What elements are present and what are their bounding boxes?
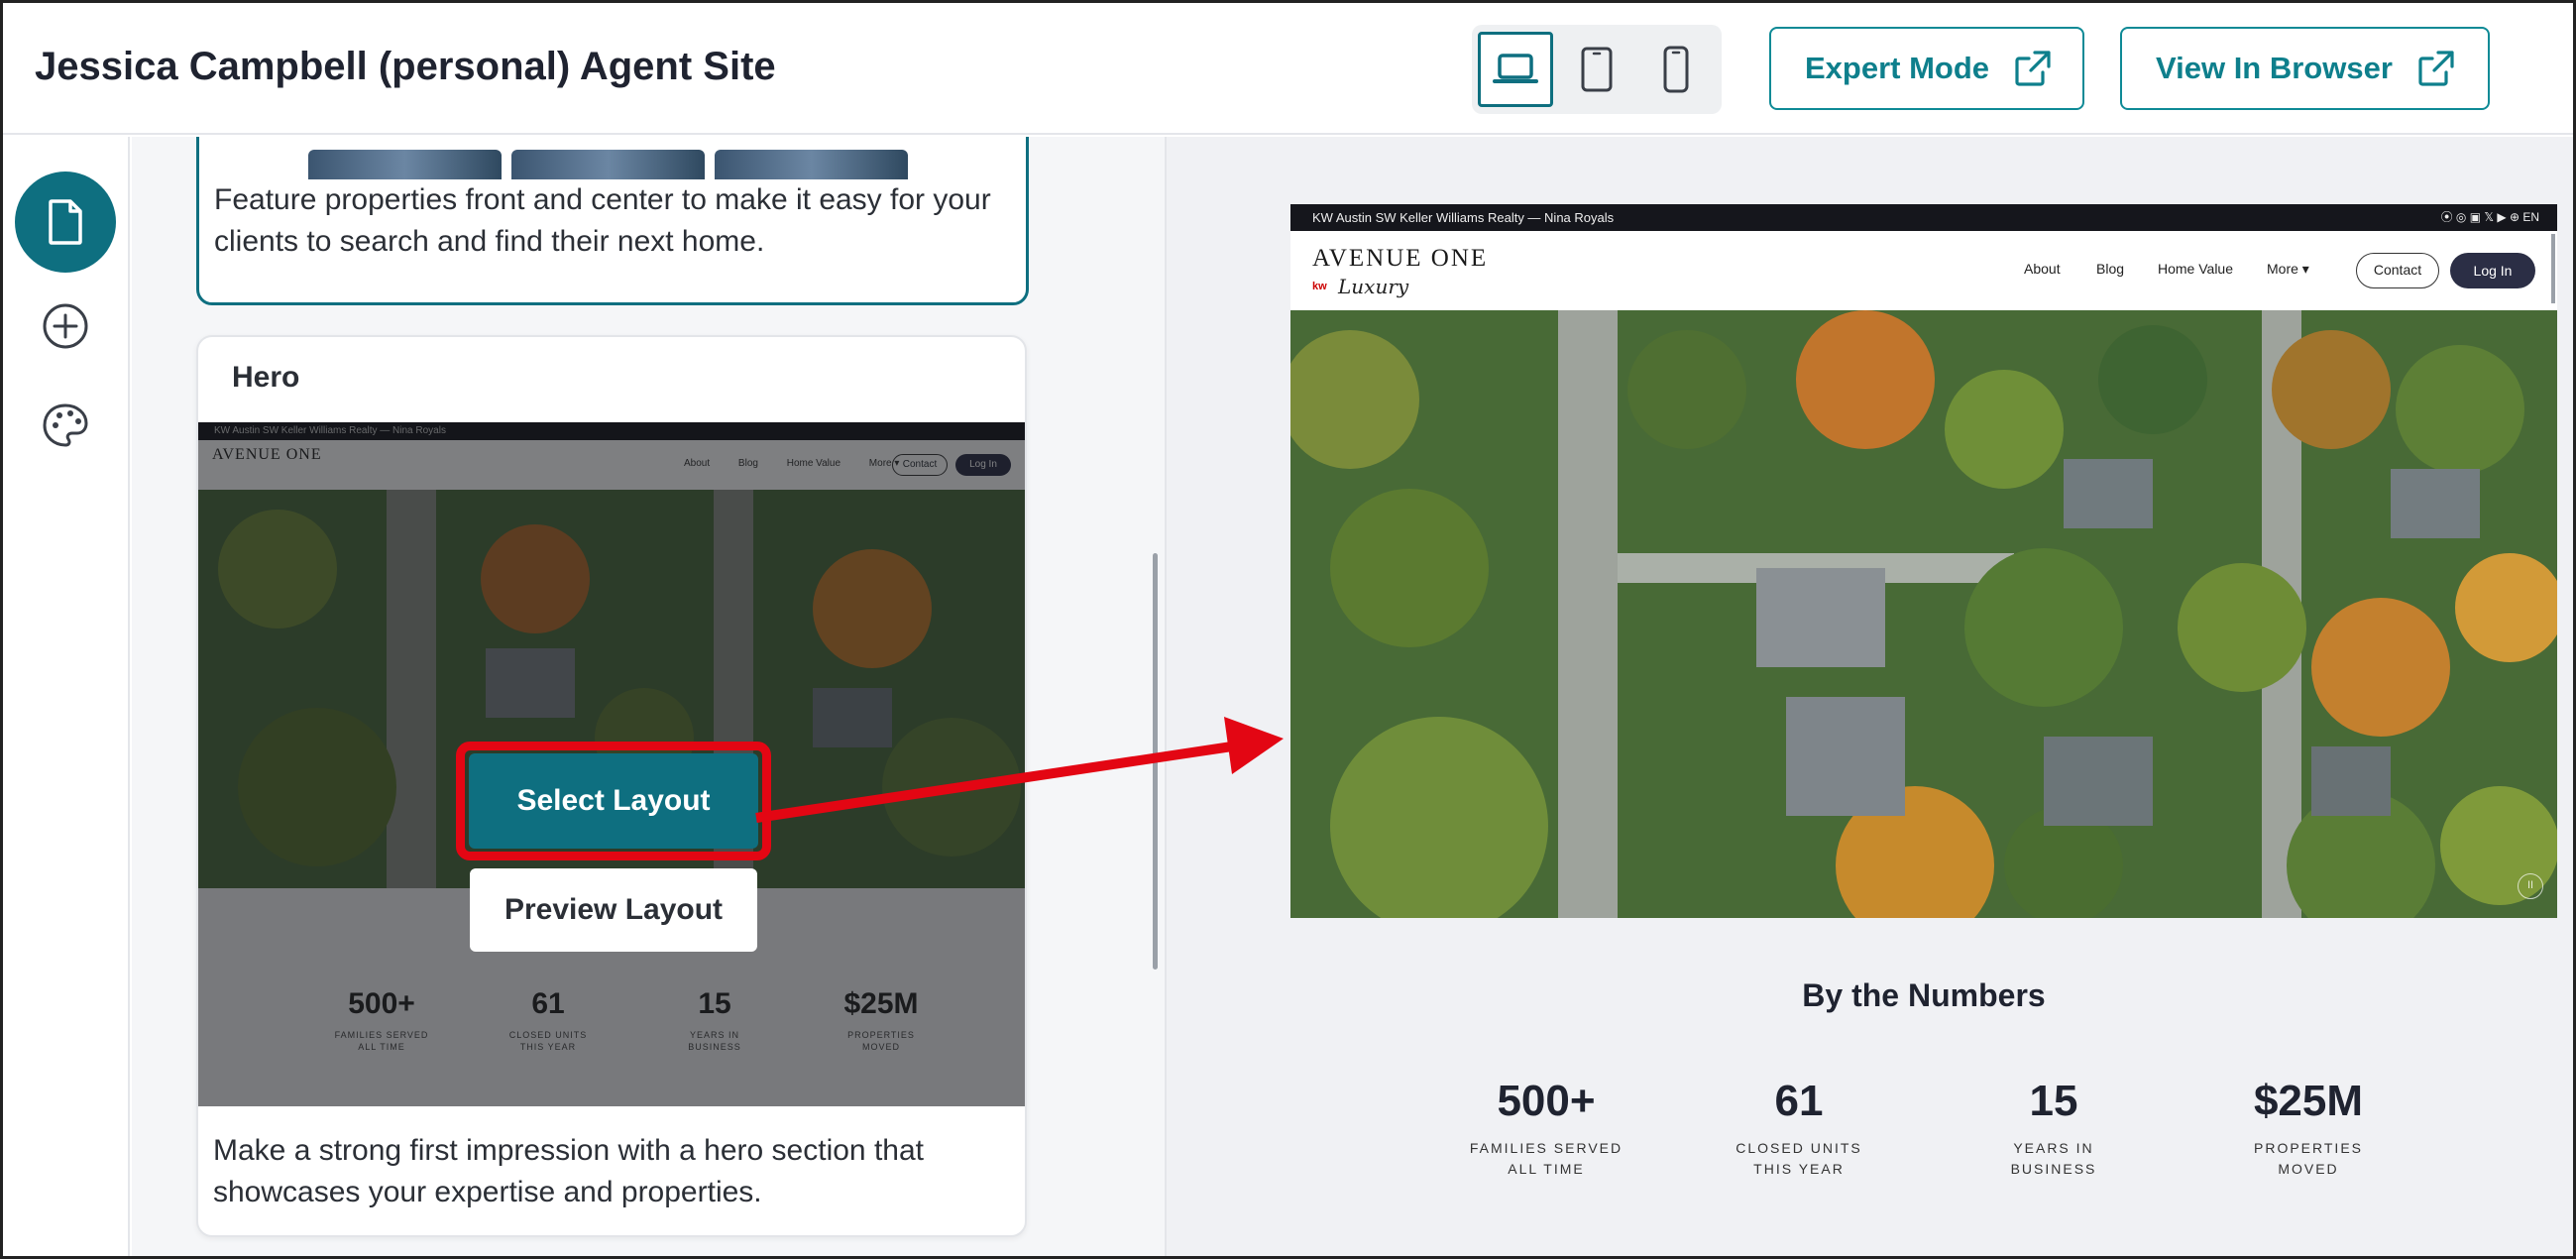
tablet-view-button[interactable] xyxy=(1559,32,1634,107)
property-thumbnail xyxy=(511,150,705,179)
panel-scrollbar[interactable] xyxy=(1153,553,1158,970)
icon-rail xyxy=(3,137,130,1256)
hero-layout-card[interactable]: Hero KW Austin SW Keller Williams Realty… xyxy=(196,335,1027,1237)
stat-label: FAMILIES SERVED ALL TIME xyxy=(1469,1140,1624,1177)
preview-layout-button[interactable]: Preview Layout xyxy=(470,868,757,952)
hero-layout-thumbnail: KW Austin SW Keller Williams Realty — Ni… xyxy=(198,422,1025,1106)
site-preview: KW Austin SW Keller Williams Realty — Ni… xyxy=(1290,204,2557,1256)
stat-properties-moved: $25M PROPERTIES MOVED xyxy=(2199,1077,2417,1180)
stat-value: 61 xyxy=(1774,1077,1824,1125)
numbers-title: By the Numbers xyxy=(1802,977,2046,1013)
expert-mode-button[interactable]: Expert Mode xyxy=(1769,27,2084,110)
site-scrollbar[interactable] xyxy=(2551,234,2555,303)
site-top-bar-text: KW Austin SW Keller Williams Realty — Ni… xyxy=(1312,210,1615,225)
login-button[interactable]: Log In xyxy=(2450,253,2535,288)
layout-panel: Feature properties front and center to m… xyxy=(132,137,1165,1256)
site-preview-area: KW Austin SW Keller Williams Realty — Ni… xyxy=(1165,137,2573,1256)
property-thumbnail xyxy=(715,150,908,179)
property-thumbnail xyxy=(308,150,502,179)
view-in-browser-button[interactable]: View In Browser xyxy=(2120,27,2490,110)
pages-button[interactable] xyxy=(15,172,116,273)
kw-badge: kw xyxy=(1312,281,1327,292)
tablet-icon xyxy=(1581,47,1613,92)
external-link-icon xyxy=(2015,51,2051,86)
stat-value: 15 xyxy=(2029,1077,2078,1125)
pause-icon[interactable]: II xyxy=(2518,873,2543,899)
social-icons: ⦿ ◎ ▣ 𝕏 ▶ ⊕ EN xyxy=(2440,210,2539,224)
featured-properties-card[interactable]: Feature properties front and center to m… xyxy=(196,137,1029,305)
view-in-browser-label: View In Browser xyxy=(2156,51,2393,85)
stat-label: CLOSED UNITS THIS YEAR xyxy=(1736,1140,1862,1177)
nav-about[interactable]: About xyxy=(2024,261,2061,277)
phone-icon xyxy=(1663,46,1689,93)
app-frame: Jessica Campbell (personal) Agent Site E… xyxy=(0,0,2576,1259)
contact-button[interactable]: Contact xyxy=(2356,253,2439,288)
select-layout-button[interactable]: Select Layout xyxy=(469,753,758,849)
nav-blog[interactable]: Blog xyxy=(2096,261,2124,277)
laptop-icon xyxy=(1493,54,1538,83)
site-logo[interactable]: AVENUE ONE xyxy=(1312,245,1488,273)
hero-card-description: Make a strong first impression with a he… xyxy=(213,1134,924,1208)
hero-image xyxy=(1290,310,2557,918)
nav-more[interactable]: More ▾ xyxy=(2267,261,2309,278)
hero-card-title: Hero xyxy=(232,361,300,394)
mobile-view-button[interactable] xyxy=(1638,32,1714,107)
stat-label: YEARS IN BUSINESS xyxy=(2010,1140,2097,1177)
add-section-button[interactable] xyxy=(41,301,90,356)
top-bar: Jessica Campbell (personal) Agent Site E… xyxy=(3,3,2573,135)
plus-circle-icon xyxy=(43,303,88,349)
stat-label: PROPERTIES MOVED xyxy=(2254,1140,2363,1177)
theme-button[interactable] xyxy=(41,401,90,455)
desktop-view-button[interactable] xyxy=(1478,32,1553,107)
site-nav: AVENUE ONE kw Luxury About Blog Home Val… xyxy=(1290,231,2557,310)
site-top-bar: KW Austin SW Keller Williams Realty — Ni… xyxy=(1290,204,2557,231)
nav-home-value[interactable]: Home Value xyxy=(2158,261,2233,277)
featured-properties-thumbnails xyxy=(308,137,923,179)
featured-properties-description: Feature properties front and center to m… xyxy=(214,183,991,258)
external-link-icon xyxy=(2418,51,2454,86)
stat-value: 500+ xyxy=(1497,1077,1596,1125)
device-switcher xyxy=(1472,25,1722,114)
stat-families-served: 500+ FAMILIES SERVED ALL TIME xyxy=(1437,1077,1655,1180)
site-logo-subtitle: Luxury xyxy=(1338,275,1409,298)
stat-years-in-business: 15 YEARS IN BUSINESS xyxy=(1945,1077,2163,1180)
stat-closed-units: 61 CLOSED UNITS THIS YEAR xyxy=(1690,1077,1908,1180)
page-title: Jessica Campbell (personal) Agent Site xyxy=(35,45,776,88)
stat-value: $25M xyxy=(2253,1077,2364,1125)
palette-icon xyxy=(43,403,88,447)
expert-mode-label: Expert Mode xyxy=(1805,51,1990,85)
document-icon xyxy=(49,199,82,245)
